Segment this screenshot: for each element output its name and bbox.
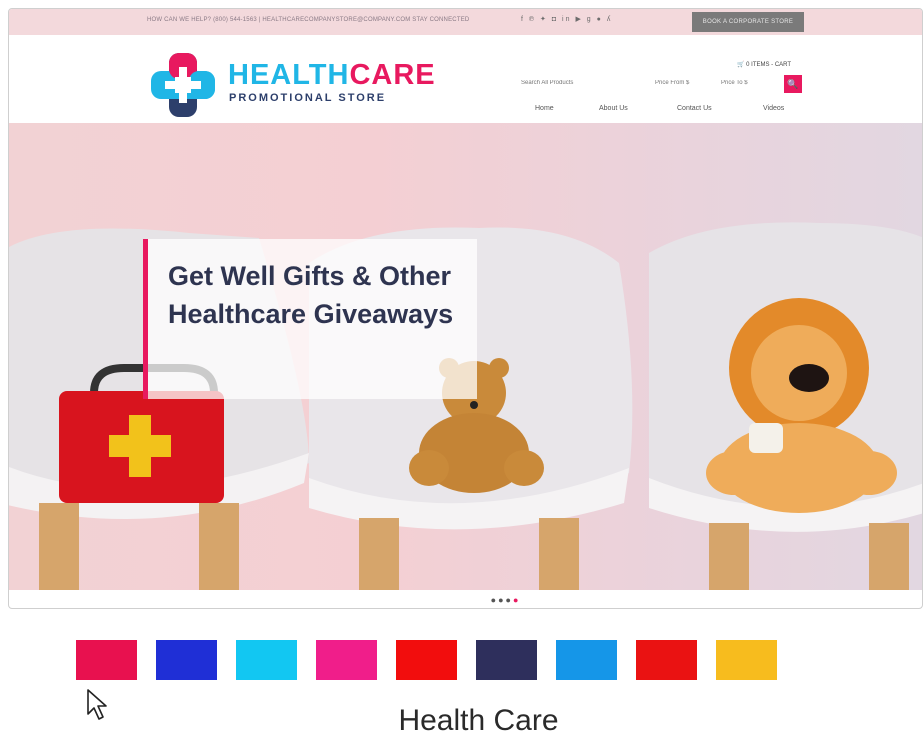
logo-title-health: HEALTH [228, 59, 350, 91]
top-bar: HOW CAN WE HELP? (800) 544-1563 | HEALTH… [9, 9, 922, 35]
logo-title[interactable]: HEALTHCARE [228, 59, 436, 92]
site-header: HEALTHCARE PROMOTIONAL STORE 🛒 0 ITEMS -… [9, 35, 922, 131]
rss-icon[interactable]: ʎ [607, 16, 613, 23]
search-button[interactable]: 🔍 [784, 75, 802, 93]
carousel-dot-1[interactable]: ● [491, 595, 498, 605]
help-contact-text: HOW CAN WE HELP? (800) 544-1563 | HEALTH… [147, 17, 470, 23]
swatch-5[interactable] [396, 640, 457, 680]
twitter-icon[interactable]: ✦ [540, 16, 548, 23]
social-icons: f ℗ ✦ ◘ in ▶ g ● ʎ [521, 15, 612, 23]
logo-subtitle: PROMOTIONAL STORE [229, 92, 387, 104]
swatch-8[interactable] [636, 640, 697, 680]
carousel-dot-2[interactable]: ● [498, 595, 505, 605]
nav-home[interactable]: Home [535, 105, 554, 112]
logo-cross-icon[interactable] [147, 49, 219, 121]
carousel-dots: ●●●● [9, 591, 922, 608]
google-plus-icon[interactable]: g [587, 16, 593, 23]
logo-title-care: CARE [349, 59, 436, 91]
browser-screenshot-frame: HOW CAN WE HELP? (800) 544-1563 | HEALTH… [8, 8, 923, 609]
palette-title: Health Care [398, 704, 559, 737]
facebook-icon[interactable]: f [521, 16, 525, 23]
swatch-1[interactable] [76, 640, 137, 680]
swatch-7[interactable] [556, 640, 617, 680]
search-bar [521, 75, 783, 91]
search-all-products-input[interactable] [521, 75, 641, 91]
blog-icon[interactable]: ● [597, 16, 603, 23]
instagram-icon[interactable]: ◘ [552, 16, 558, 23]
price-from-input[interactable] [655, 75, 715, 91]
pinterest-icon[interactable]: ℗ [529, 16, 536, 23]
nav-videos[interactable]: Videos [763, 105, 784, 112]
nav-about-us[interactable]: About Us [599, 105, 628, 112]
hero-caption-box: Get Well Gifts & Other Healthcare Giveaw… [143, 239, 477, 399]
hero-banner[interactable]: Get Well Gifts & Other Healthcare Giveaw… [9, 123, 922, 590]
corporate-store-button[interactable]: BOOK A CORPORATE STORE [692, 12, 804, 32]
linkedin-icon[interactable]: in [562, 16, 571, 23]
swatch-9[interactable] [716, 640, 777, 680]
youtube-icon[interactable]: ▶ [575, 16, 582, 23]
cart-label: 0 ITEMS - CART [746, 62, 792, 68]
nav-contact-us[interactable]: Contact Us [677, 105, 712, 112]
swatch-2[interactable] [156, 640, 217, 680]
cart-link[interactable]: 🛒 0 ITEMS - CART [737, 61, 791, 68]
swatch-4[interactable] [316, 640, 377, 680]
swatch-3[interactable] [236, 640, 297, 680]
price-to-input[interactable] [721, 75, 781, 91]
search-icon: 🔍 [787, 79, 799, 89]
cart-icon: 🛒 [737, 62, 745, 68]
carousel-dot-4[interactable]: ● [513, 595, 520, 605]
carousel-dot-3[interactable]: ● [506, 595, 513, 605]
hero-caption: Get Well Gifts & Other Healthcare Giveaw… [168, 261, 454, 329]
swatch-6[interactable] [476, 640, 537, 680]
